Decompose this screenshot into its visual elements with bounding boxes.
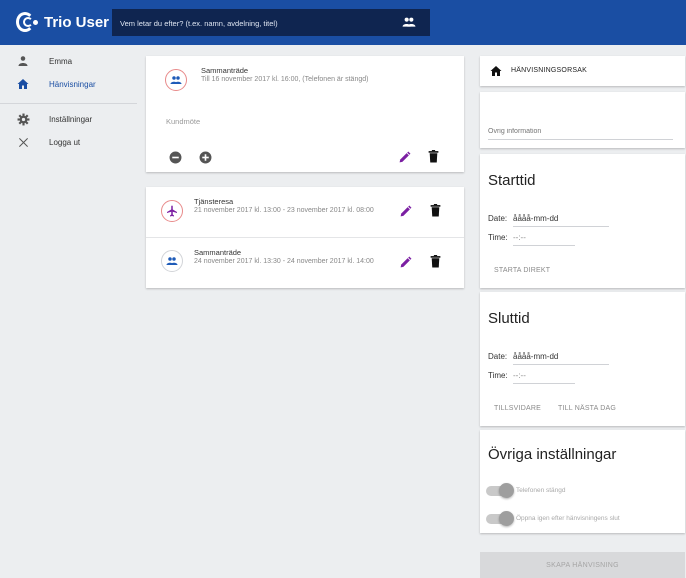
search-input[interactable] xyxy=(120,16,400,30)
reason-select[interactable]: HÄNVISNINGSORSAK xyxy=(480,56,685,86)
start-time-input[interactable]: --:-- xyxy=(513,233,526,242)
plus-circle-icon xyxy=(199,151,211,163)
input-underline xyxy=(513,364,609,365)
home-icon xyxy=(16,77,30,91)
home-icon xyxy=(490,66,502,76)
sidebar-item-logout[interactable]: Logga ut xyxy=(0,133,137,151)
group-icon xyxy=(165,69,187,91)
top-app-bar: Trio User xyxy=(0,0,686,45)
app-logo[interactable]: Trio User xyxy=(16,10,109,34)
sidebar-item-label: Emma xyxy=(49,56,73,66)
start-now-button[interactable]: STARTA DIREKT xyxy=(494,267,550,274)
toggle-label: Telefonen stängd xyxy=(516,487,566,494)
airplane-icon xyxy=(161,200,183,222)
edit-button[interactable] xyxy=(398,204,412,218)
delete-button[interactable] xyxy=(428,203,442,217)
referral-subtitle: 21 november 2017 kl. 13:00 - 23 november… xyxy=(194,207,374,214)
other-info-card xyxy=(480,92,685,148)
sidebar-item-label: Hänvisningar xyxy=(49,79,96,89)
current-referral-card: Sammanträde Till 16 november 2017 kl. 16… xyxy=(146,56,464,172)
edit-button[interactable] xyxy=(397,150,411,164)
trash-icon xyxy=(430,254,440,267)
app-title: Trio User xyxy=(44,13,110,31)
trash-icon xyxy=(428,149,438,162)
gear-icon xyxy=(16,112,30,126)
sidebar: Emma Hänvisningar Inställningar Logga ut xyxy=(0,45,137,578)
date-label: Date: xyxy=(488,214,508,223)
scheduled-referrals-card: Tjänsteresa 21 november 2017 kl. 13:00 -… xyxy=(146,187,464,288)
remove-button[interactable] xyxy=(168,150,182,164)
referral-title: Sammanträde xyxy=(194,248,242,257)
time-label: Time: xyxy=(488,233,508,242)
sidebar-item-label: Logga ut xyxy=(49,137,81,147)
referral-title: Tjänsteresa xyxy=(194,197,234,206)
date-label: Date: xyxy=(488,352,508,361)
delete-button[interactable] xyxy=(426,149,440,163)
input-underline xyxy=(488,139,673,140)
toggle-label: Öppna igen efter hänvisningens slut xyxy=(516,515,620,522)
other-settings-title: Övriga inställningar xyxy=(488,446,617,463)
end-time-title: Sluttid xyxy=(488,310,530,327)
start-date-input[interactable]: åååå-mm-dd xyxy=(513,214,558,223)
pencil-icon xyxy=(399,151,410,162)
group-icon xyxy=(161,250,183,272)
referral-title: Sammanträde xyxy=(201,66,249,75)
person-icon xyxy=(16,54,30,68)
pencil-icon xyxy=(400,205,411,216)
until-further-button[interactable]: TILLSVIDARE xyxy=(494,405,541,412)
input-underline xyxy=(513,226,609,227)
referral-subtitle: Till 16 november 2017 kl. 16:00, (Telefo… xyxy=(201,76,369,83)
other-settings-card: Övriga inställningar Telefonen stängd Öp… xyxy=(480,430,685,533)
input-underline xyxy=(513,245,575,246)
until-next-day-button[interactable]: TILL NÄSTA DAG xyxy=(558,405,616,412)
add-button[interactable] xyxy=(198,150,212,164)
sidebar-item-settings[interactable]: Inställningar xyxy=(0,110,137,128)
phone-closed-toggle[interactable] xyxy=(486,483,514,498)
close-icon xyxy=(16,135,30,149)
end-time-card: Sluttid Date: åååå-mm-dd Time: --:-- TIL… xyxy=(480,292,685,426)
list-item[interactable]: Tjänsteresa 21 november 2017 kl. 13:00 -… xyxy=(146,187,464,237)
trio-logo-icon xyxy=(16,11,38,33)
referral-note: Kundmöte xyxy=(166,117,201,126)
delete-button[interactable] xyxy=(428,254,442,268)
sidebar-item-referrals[interactable]: Hänvisningar xyxy=(0,75,137,93)
search-bar xyxy=(112,9,430,36)
trash-icon xyxy=(430,203,440,216)
edit-button[interactable] xyxy=(398,255,412,269)
pencil-icon xyxy=(400,256,411,267)
minus-circle-icon xyxy=(169,151,181,163)
group-search-icon[interactable] xyxy=(402,16,416,28)
reason-label: HÄNVISNINGSORSAK xyxy=(511,67,587,74)
end-date-input[interactable]: åååå-mm-dd xyxy=(513,352,558,361)
create-referral-button[interactable]: SKAPA HÄNVISNING xyxy=(480,552,685,578)
reopen-toggle[interactable] xyxy=(486,511,514,526)
referral-subtitle: 24 november 2017 kl. 13:30 - 24 november… xyxy=(194,258,374,265)
other-info-input[interactable] xyxy=(488,124,673,138)
list-item[interactable]: Sammanträde 24 november 2017 kl. 13:30 -… xyxy=(146,238,464,288)
input-underline xyxy=(513,383,575,384)
end-time-input[interactable]: --:-- xyxy=(513,371,526,380)
time-label: Time: xyxy=(488,371,508,380)
start-time-card: Starttid Date: åååå-mm-dd Time: --:-- ST… xyxy=(480,154,685,288)
sidebar-item-user[interactable]: Emma xyxy=(0,52,137,70)
sidebar-divider xyxy=(0,103,137,104)
sidebar-item-label: Inställningar xyxy=(49,114,93,124)
start-time-title: Starttid xyxy=(488,172,536,189)
